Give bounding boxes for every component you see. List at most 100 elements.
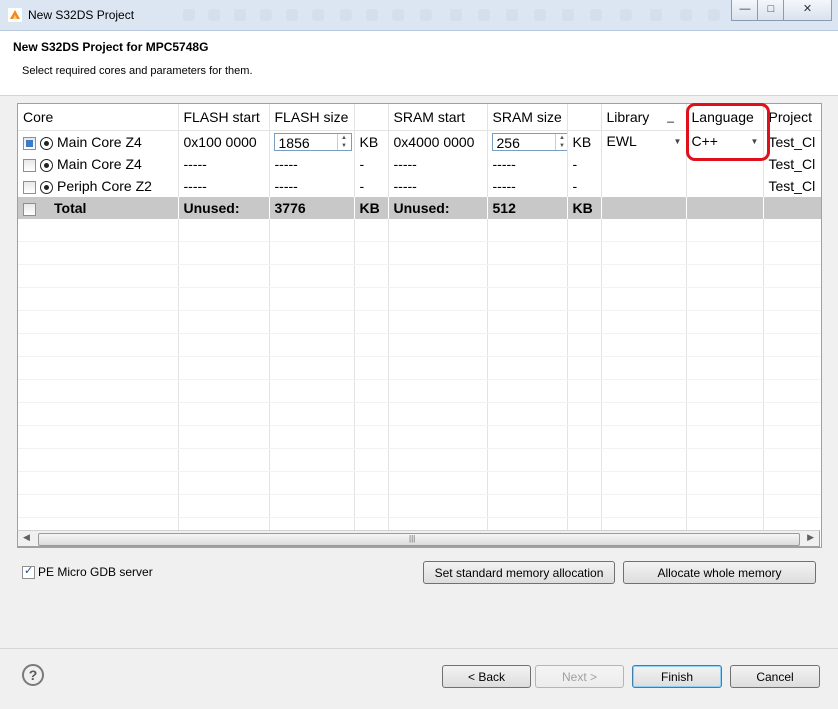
- total-project-cell: [763, 197, 821, 219]
- minimize-icon: —: [739, 3, 751, 15]
- core-enabled-checkbox[interactable]: [23, 136, 36, 150]
- core-name: Main Core Z4: [57, 134, 142, 150]
- toolbar-ghost-icon: [590, 9, 602, 21]
- toolbar-ghost-icon: [534, 9, 546, 21]
- window-title: New S32DS Project: [28, 8, 135, 22]
- sram-size-spinner[interactable]: 256 ▲ ▼: [491, 133, 567, 152]
- toolbar-ghost-icon: [478, 9, 490, 21]
- flash-unused-value: 3776: [269, 197, 355, 219]
- col-header-sram-size[interactable]: SRAM size: [487, 104, 568, 131]
- empty-row: [18, 310, 821, 334]
- toolbar-ghost-icon: [366, 9, 378, 21]
- total-language-cell: [686, 197, 764, 219]
- library-cell: [601, 175, 687, 197]
- flash-unit-cell: KB: [354, 130, 389, 153]
- toolbar-ghost-icon: [340, 9, 352, 21]
- close-icon: ✕: [802, 3, 813, 15]
- empty-row: [18, 425, 821, 449]
- toolbar-ghost-icon: [183, 9, 195, 21]
- core-cell: Main Core Z4: [18, 130, 179, 153]
- col-header-flash-start[interactable]: FLASH start: [178, 104, 270, 131]
- empty-row: [18, 287, 821, 311]
- empty-row: [18, 356, 821, 380]
- empty-row: [18, 402, 821, 426]
- col-header-library-label: Library: [606, 109, 650, 125]
- core-name: Periph Core Z2: [57, 178, 152, 194]
- cancel-button[interactable]: Cancel: [730, 665, 820, 688]
- table-horizontal-scrollbar[interactable]: ◀ ||| ▶: [17, 530, 820, 547]
- wizard-header: New S32DS Project for MPC5748G Select re…: [0, 31, 838, 96]
- flash-unit-cell: -: [354, 153, 389, 175]
- col-header-project[interactable]: Project: [763, 104, 821, 131]
- library-cell: EWL ▼: [601, 130, 687, 153]
- boot-core-radio-icon[interactable]: [40, 136, 53, 150]
- sram-size-cell: 256 ▲ ▼: [487, 130, 568, 153]
- empty-row: [18, 379, 821, 403]
- toolbar-ghost-icon: [208, 9, 220, 21]
- boot-core-radio-icon[interactable]: [40, 158, 53, 172]
- sram-start-cell: -----: [388, 153, 488, 175]
- empty-row: [18, 448, 821, 472]
- sram-start-cell: -----: [388, 175, 488, 197]
- total-label: Total: [54, 200, 87, 216]
- total-cell: Total: [18, 197, 179, 219]
- sram-start-cell: 0x4000 0000: [388, 130, 488, 153]
- empty-row: [18, 264, 821, 288]
- wizard-title: New S32DS Project for MPC5748G: [13, 40, 209, 54]
- flash-start-cell: -----: [178, 153, 270, 175]
- gdb-server-label: PE Micro GDB server: [38, 565, 153, 579]
- sram-size-cell: -----: [487, 175, 568, 197]
- empty-row: [18, 219, 821, 242]
- spinner-arrows-icon[interactable]: ▲ ▼: [336, 134, 351, 151]
- dropdown-arrow-icon[interactable]: ▼: [671, 133, 685, 151]
- flash-size-spinner[interactable]: 1856 ▲ ▼: [273, 133, 352, 152]
- flash-unused-label: Unused:: [178, 197, 270, 219]
- scrollbar-thumb[interactable]: |||: [38, 533, 800, 546]
- allocate-whole-memory-button[interactable]: Allocate whole memory: [623, 561, 816, 584]
- scroll-right-arrow-icon[interactable]: ▶: [807, 532, 814, 543]
- toolbar-ghost-icon: [420, 9, 432, 21]
- scrollbar-grip-icon: |||: [409, 534, 416, 543]
- close-button[interactable]: ✕: [783, 0, 832, 21]
- s32ds-app-icon: [8, 8, 22, 22]
- flash-size-value: 1856: [278, 135, 310, 152]
- core-enabled-checkbox[interactable]: [23, 158, 36, 172]
- col-header-flash-size[interactable]: FLASH size: [269, 104, 355, 131]
- library-select[interactable]: EWL ▼: [607, 133, 685, 151]
- set-standard-memory-button[interactable]: Set standard memory allocation: [423, 561, 615, 584]
- minimize-button[interactable]: —: [731, 0, 759, 21]
- flash-unit-cell: -: [354, 175, 389, 197]
- back-button[interactable]: < Back: [442, 665, 531, 688]
- total-checkbox[interactable]: [23, 202, 36, 216]
- next-button[interactable]: Next >: [535, 665, 624, 688]
- scroll-left-arrow-icon[interactable]: ◀: [23, 532, 30, 543]
- flash-start-cell: 0x100 0000: [178, 130, 270, 153]
- flash-start-cell: -----: [178, 175, 270, 197]
- gdb-server-option[interactable]: PE Micro GDB server: [22, 564, 153, 580]
- finish-button[interactable]: Finish: [632, 665, 722, 688]
- table-row[interactable]: Periph Core Z2 ----- ----- - ----- -----…: [18, 175, 821, 197]
- col-header-sram-start[interactable]: SRAM start: [388, 104, 488, 131]
- spinner-arrows-icon[interactable]: ▲ ▼: [554, 134, 567, 151]
- maximize-icon: □: [767, 3, 775, 15]
- col-header-library[interactable]: Library _: [601, 104, 687, 131]
- empty-row: [18, 471, 821, 495]
- sram-size-value: 256: [496, 135, 520, 152]
- col-header-core[interactable]: Core: [18, 104, 179, 131]
- empty-row: [18, 494, 821, 518]
- gdb-server-checkbox[interactable]: [22, 564, 35, 580]
- col-header-sram-unit[interactable]: [567, 104, 602, 131]
- sram-unit-cell: -: [567, 153, 602, 175]
- toolbar-ghost-icon: [620, 9, 632, 21]
- library-value: EWL: [606, 133, 637, 150]
- core-cell: Main Core Z4: [18, 153, 179, 175]
- toolbar-ghost-icon: [650, 9, 662, 21]
- help-icon[interactable]: ?: [22, 664, 44, 686]
- col-header-flash-unit[interactable]: [354, 104, 389, 131]
- toolbar-ghost-icon: [506, 9, 518, 21]
- boot-core-radio-icon[interactable]: [40, 180, 53, 194]
- toolbar-ghost-icon: [260, 9, 272, 21]
- core-enabled-checkbox[interactable]: [23, 180, 36, 194]
- maximize-button[interactable]: □: [757, 0, 785, 21]
- sram-unused-value: 512: [487, 197, 568, 219]
